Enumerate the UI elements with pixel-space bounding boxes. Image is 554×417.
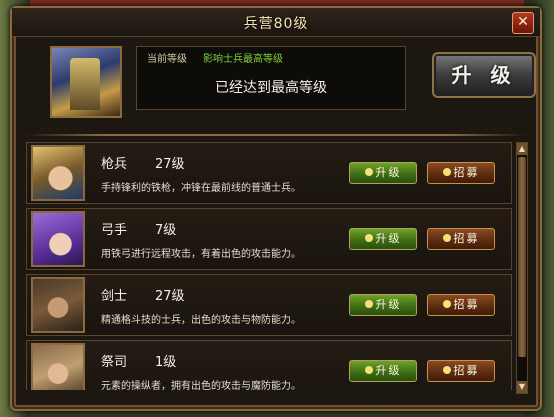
unit-upgrade-button[interactable]: 升级	[349, 360, 417, 382]
unit-row-archer: 弓手 7级 用铁弓进行远程攻击，有着出色的攻击能力。 升级 招募	[26, 208, 512, 270]
recruit-icon	[442, 300, 451, 308]
scroll-thumb[interactable]	[518, 157, 526, 357]
unit-description: 用铁弓进行远程攻击，有着出色的攻击能力。	[101, 249, 301, 260]
title-bar[interactable]: 兵营80级 ✕	[12, 8, 540, 37]
unit-recruit-button[interactable]: 招募	[427, 294, 495, 316]
barracks-window: 兵营80级 ✕ 当前等级 影响士兵最高等级 已经达到最高等级 升 级 枪兵 27…	[10, 6, 542, 411]
building-info-panel: 当前等级 影响士兵最高等级 已经达到最高等级 升 级	[26, 40, 536, 120]
priest-portrait	[31, 343, 85, 390]
window-title: 兵营80级	[243, 16, 309, 32]
recruit-icon	[442, 168, 451, 176]
unit-level: 27级	[155, 157, 185, 172]
unit-list-scrollbar[interactable]: ▲ ▼	[516, 142, 528, 394]
upgrade-icon	[364, 234, 373, 242]
unit-upgrade-button[interactable]: 升级	[349, 294, 417, 316]
unit-level: 1级	[155, 355, 177, 370]
barracks-building-icon	[70, 58, 100, 110]
recruit-label: 招募	[453, 166, 480, 179]
upgrade-label: 升级	[375, 364, 402, 377]
unit-level: 7级	[155, 223, 177, 238]
upgrade-label: 升级	[375, 298, 402, 311]
unit-description: 元素的操纵者，拥有出色的攻击与魔防能力。	[101, 381, 301, 390]
barracks-portrait	[50, 46, 122, 118]
level-info-box: 当前等级 影响士兵最高等级 已经达到最高等级	[136, 46, 406, 110]
unit-level: 27级	[155, 289, 185, 304]
recruit-icon	[442, 234, 451, 242]
unit-name: 枪兵	[101, 157, 128, 172]
unit-recruit-button[interactable]: 招募	[427, 228, 495, 250]
recruit-label: 招募	[453, 232, 480, 245]
unit-description: 精通格斗技的士兵，出色的攻击与物防能力。	[101, 315, 301, 326]
recruit-label: 招募	[453, 364, 480, 377]
close-button[interactable]: ✕	[512, 12, 534, 34]
section-divider	[26, 134, 526, 136]
swordsman-portrait	[31, 277, 85, 333]
upgrade-icon	[364, 366, 373, 374]
upgrade-label: 升级	[375, 232, 402, 245]
max-level-status: 已经达到最高等级	[215, 80, 327, 96]
unit-description: 手持锋利的铁枪，冲锋在最前线的普通士兵。	[101, 183, 301, 194]
unit-upgrade-button[interactable]: 升级	[349, 228, 417, 250]
current-level-label: 当前等级	[147, 54, 187, 65]
scroll-up-arrow-icon[interactable]: ▲	[517, 143, 527, 155]
recruit-label: 招募	[453, 298, 480, 311]
unit-list: 枪兵 27级 手持锋利的铁枪，冲锋在最前线的普通士兵。 升级 招募 弓手 7级 …	[26, 142, 512, 390]
scroll-down-arrow-icon[interactable]: ▼	[517, 381, 527, 393]
unit-name: 弓手	[101, 223, 128, 238]
current-level-effect: 影响士兵最高等级	[203, 54, 283, 65]
upgrade-icon	[364, 300, 373, 308]
recruit-icon	[442, 366, 451, 374]
unit-name: 祭司	[101, 355, 128, 370]
unit-recruit-button[interactable]: 招募	[427, 162, 495, 184]
archer-portrait	[31, 211, 85, 267]
upgrade-icon	[364, 168, 373, 176]
unit-row-swordsman: 剑士 27级 精通格斗技的士兵，出色的攻击与物防能力。 升级 招募	[26, 274, 512, 336]
spearman-portrait	[31, 145, 85, 201]
unit-upgrade-button[interactable]: 升级	[349, 162, 417, 184]
unit-name: 剑士	[101, 289, 128, 304]
unit-row-spearman: 枪兵 27级 手持锋利的铁枪，冲锋在最前线的普通士兵。 升级 招募	[26, 142, 512, 204]
upgrade-label: 升级	[375, 166, 402, 179]
unit-row-priest: 祭司 1级 元素的操纵者，拥有出色的攻击与魔防能力。 升级 招募	[26, 340, 512, 390]
unit-recruit-button[interactable]: 招募	[427, 360, 495, 382]
building-upgrade-button[interactable]: 升 级	[432, 52, 536, 98]
